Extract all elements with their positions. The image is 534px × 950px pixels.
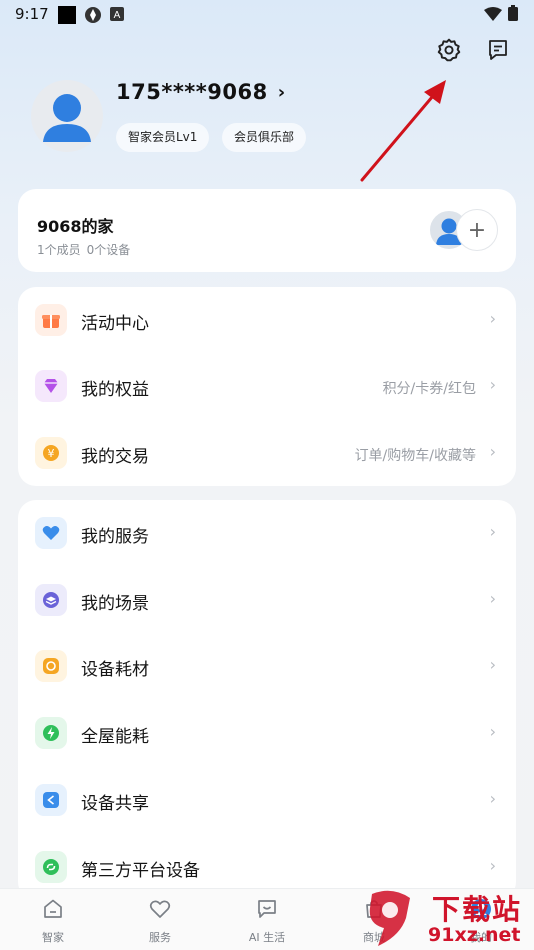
heart-icon bbox=[35, 517, 67, 549]
username-link[interactable]: 175****9068 › bbox=[116, 80, 286, 104]
chevron-right-icon: › bbox=[489, 856, 496, 875]
sync-icon bbox=[84, 6, 102, 28]
settings-button[interactable] bbox=[434, 37, 464, 67]
home-members-count: 1个成员 bbox=[37, 243, 81, 257]
chevron-right-icon: › bbox=[277, 81, 286, 103]
menu-item-whole-home-energy[interactable]: 全屋能耗 › bbox=[18, 700, 516, 766]
menu-item-device-sharing[interactable]: 设备共享 › bbox=[18, 767, 516, 833]
plus-icon: + bbox=[467, 217, 487, 243]
nav-tab-services[interactable]: 服务 bbox=[125, 897, 195, 945]
watermark: 下载站 91xz.net bbox=[362, 888, 532, 950]
gear-icon bbox=[436, 37, 462, 67]
watermark-title: 下载站 bbox=[432, 893, 523, 926]
nav-tab-ai-life[interactable]: AI 生活 bbox=[232, 897, 302, 945]
menu-item-label: 我的权益 bbox=[81, 380, 149, 400]
menu-item-hint: 积分/卡券/红包 bbox=[382, 381, 476, 397]
gift-icon bbox=[35, 304, 67, 336]
chevron-right-icon: › bbox=[489, 309, 496, 328]
heart-icon bbox=[148, 897, 172, 925]
menu-item-label: 我的服务 bbox=[81, 527, 149, 547]
menu-item-label: 我的场景 bbox=[81, 594, 149, 614]
menu-item-label: 活动中心 bbox=[81, 314, 149, 334]
chat-icon bbox=[255, 897, 279, 925]
battery-icon bbox=[508, 5, 518, 25]
menu-item-hint: 订单/购物车/收藏等 bbox=[354, 448, 476, 464]
menu-item-label: 我的交易 bbox=[81, 447, 149, 467]
messages-button[interactable] bbox=[483, 37, 513, 67]
annotation-arrow bbox=[360, 80, 446, 182]
menu-item-label: 第三方平台设备 bbox=[81, 861, 200, 881]
refresh-icon bbox=[35, 650, 67, 682]
chevron-right-icon: › bbox=[489, 789, 496, 808]
menu-item-my-services[interactable]: 我的服务 › bbox=[18, 500, 516, 566]
notification-square-icon bbox=[58, 6, 76, 24]
bolt-icon bbox=[35, 717, 67, 749]
chevron-right-icon: › bbox=[489, 375, 496, 394]
menu-group-2: 我的服务 › 我的场景 › 设备耗材 › 全屋能耗 › 设备共享 › 第三方平台… bbox=[18, 500, 516, 900]
coin-icon: ¥ bbox=[35, 437, 67, 469]
nav-tab-label: 服务 bbox=[149, 931, 171, 944]
member-club-badge[interactable]: 会员俱乐部 bbox=[222, 123, 307, 152]
menu-item-activity-center[interactable]: 活动中心 › bbox=[18, 287, 516, 353]
nav-tab-home[interactable]: 智家 bbox=[18, 897, 88, 945]
home-card[interactable]: 9068的家 1个成员 0个设备 + bbox=[18, 189, 516, 272]
svg-text:A: A bbox=[114, 10, 121, 21]
home-summary: 1个成员 0个设备 bbox=[37, 241, 130, 258]
chevron-right-icon: › bbox=[489, 522, 496, 541]
app-a-icon: A bbox=[110, 6, 124, 25]
username: 175****9068 bbox=[116, 80, 268, 104]
chevron-right-icon: › bbox=[489, 722, 496, 741]
share-icon bbox=[35, 784, 67, 816]
menu-item-my-scenes[interactable]: 我的场景 › bbox=[18, 567, 516, 633]
home-members: + bbox=[428, 209, 498, 251]
menu-item-my-transactions[interactable]: ¥ 我的交易 订单/购物车/收藏等 › bbox=[18, 420, 516, 486]
avatar[interactable] bbox=[31, 80, 103, 152]
member-level-badge[interactable]: 智家会员Lv1 bbox=[116, 123, 210, 152]
home-icon bbox=[41, 897, 65, 925]
watermark-url: 91xz.net bbox=[428, 924, 521, 946]
message-icon bbox=[486, 38, 510, 66]
menu-item-label: 设备共享 bbox=[81, 794, 149, 814]
link-icon bbox=[35, 851, 67, 883]
wifi-icon bbox=[484, 6, 502, 25]
layers-icon bbox=[35, 584, 67, 616]
watermark-logo-icon bbox=[369, 890, 410, 946]
menu-item-label: 设备耗材 bbox=[81, 660, 149, 680]
menu-group-1: 活动中心 › 我的权益 积分/卡券/红包 › ¥ 我的交易 订单/购物车/收藏等… bbox=[18, 287, 516, 486]
home-title: 9068的家 bbox=[37, 217, 114, 236]
chevron-right-icon: › bbox=[489, 442, 496, 461]
chevron-right-icon: › bbox=[489, 655, 496, 674]
status-time: 9:17 bbox=[15, 5, 49, 23]
diamond-icon bbox=[35, 370, 67, 402]
nav-tab-label: 智家 bbox=[42, 931, 64, 944]
svg-text:¥: ¥ bbox=[48, 447, 55, 460]
chevron-right-icon: › bbox=[489, 589, 496, 608]
menu-item-device-consumables[interactable]: 设备耗材 › bbox=[18, 633, 516, 699]
add-member-button[interactable]: + bbox=[456, 209, 498, 251]
nav-tab-label: AI 生活 bbox=[248, 931, 286, 944]
menu-item-my-benefits[interactable]: 我的权益 积分/卡券/红包 › bbox=[18, 353, 516, 419]
status-bar: 9:17 A bbox=[0, 0, 534, 30]
menu-item-label: 全屋能耗 bbox=[81, 727, 149, 747]
home-devices-count: 0个设备 bbox=[86, 243, 131, 257]
